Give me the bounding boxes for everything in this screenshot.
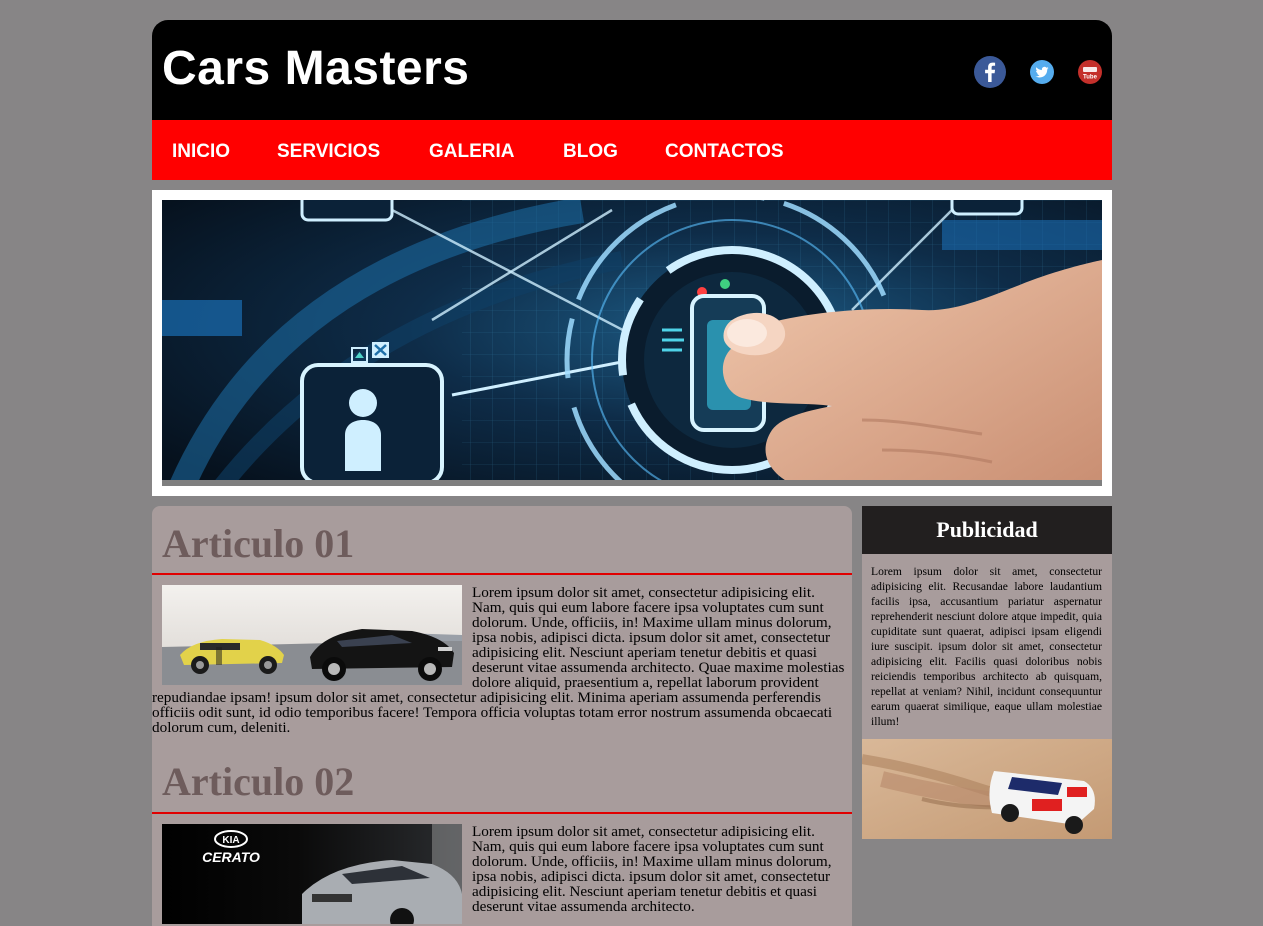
article-body: Lorem ipsum dolor sit amet, consectetur … bbox=[152, 585, 852, 735]
ad-section-title: Publicidad bbox=[862, 506, 1112, 554]
ad-image-rally-car[interactable] bbox=[862, 739, 1112, 839]
main-content: Articulo 01 Lorem ipsum dolor sit amet, … bbox=[152, 506, 852, 926]
nav-item-inicio[interactable]: INICIO bbox=[172, 140, 230, 164]
facebook-icon[interactable] bbox=[974, 56, 1006, 88]
article-divider bbox=[152, 812, 852, 814]
nav-item-galeria[interactable]: GALERIA bbox=[429, 140, 515, 164]
main-nav: INICIO SERVICIOS GALERIA BLOG CONTACTOS bbox=[152, 120, 1112, 180]
article-title[interactable]: Articulo 02 bbox=[162, 758, 354, 806]
ad-text: Lorem ipsum dolor sit amet, consectetur … bbox=[871, 565, 1102, 728]
article-image-kia-cerato[interactable]: KIA CERATO bbox=[162, 824, 462, 924]
site-header: Cars Masters Tube bbox=[152, 20, 1112, 120]
kia-logo-text: KIA bbox=[222, 835, 239, 846]
article-title[interactable]: Articulo 01 bbox=[162, 520, 354, 568]
hero-banner bbox=[152, 190, 1112, 496]
svg-text:Tube: Tube bbox=[1083, 75, 1098, 81]
kia-model-text: CERATO bbox=[202, 849, 260, 865]
article-divider bbox=[152, 573, 852, 575]
article-text: Lorem ipsum dolor sit amet, consectetur … bbox=[472, 823, 832, 915]
sidebar: Publicidad Lorem ipsum dolor sit amet, c… bbox=[862, 506, 1112, 919]
hero-image bbox=[162, 200, 1102, 486]
article-body: KIA CERATO Lorem ipsum dolor sit amet, c… bbox=[152, 824, 852, 924]
article-image-mustangs[interactable] bbox=[162, 585, 462, 685]
nav-item-servicios[interactable]: SERVICIOS bbox=[277, 140, 380, 164]
site-logo[interactable]: Cars Masters bbox=[162, 40, 470, 98]
youtube-icon[interactable]: Tube bbox=[1078, 60, 1102, 84]
nav-item-blog[interactable]: BLOG bbox=[563, 140, 618, 164]
ad-body: Lorem ipsum dolor sit amet, consectetur … bbox=[862, 554, 1112, 739]
nav-item-contactos[interactable]: CONTACTOS bbox=[665, 140, 784, 164]
twitter-icon[interactable] bbox=[1030, 60, 1054, 84]
